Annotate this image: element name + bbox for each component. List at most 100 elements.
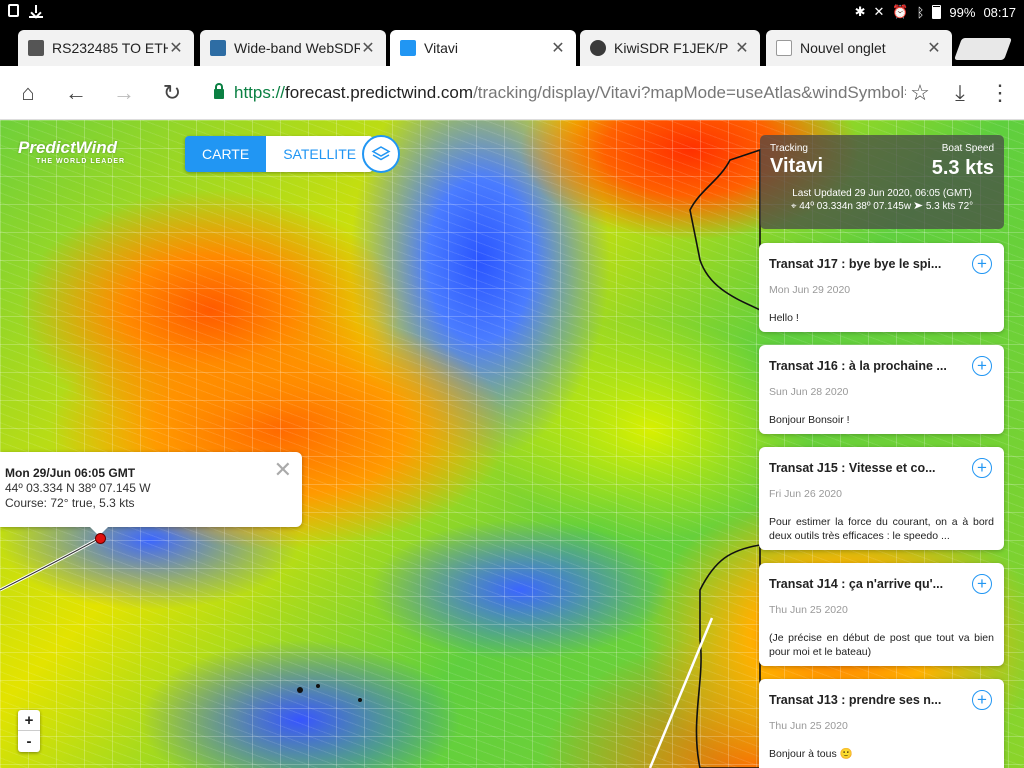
url-scheme: https://	[234, 83, 286, 102]
new-tab-button[interactable]	[953, 38, 1013, 60]
post-title: Transat J16 : à la prochaine ...	[769, 359, 947, 373]
document-icon	[28, 40, 44, 56]
expand-plus-icon[interactable]: +	[972, 356, 992, 376]
browser-toolbar: ⌂ ← → ↻ https://forecast.predictwind.com…	[0, 66, 1024, 120]
clock: 08:17	[983, 4, 1016, 20]
tab-title: KiwiSDR F1JEK/P	[614, 40, 729, 56]
layers-button[interactable]	[362, 135, 400, 173]
tab-title: Vitavi	[424, 40, 458, 56]
expand-plus-icon[interactable]: +	[972, 254, 992, 274]
expand-plus-icon[interactable]: +	[972, 458, 992, 478]
tab-title: RS232485 TO ETH	[52, 40, 168, 56]
post-title: Transat J13 : prendre ses n...	[769, 693, 942, 707]
close-tab-icon[interactable]: ✕	[550, 38, 566, 58]
download-icon	[29, 4, 43, 18]
last-updated: Last Updated 29 Jun 2020, 06:05 (GMT)	[792, 188, 972, 199]
tab-title: Nouvel onglet	[800, 40, 886, 56]
position-popup: Mon 29/Jun 06:05 GMT 44º 03.334 N 38º 07…	[0, 452, 302, 536]
close-tab-icon[interactable]: ✕	[734, 38, 750, 58]
back-button[interactable]: ←	[62, 79, 90, 107]
popup-coords: 44º 03.334 N 38º 07.145 W	[5, 481, 151, 495]
tracking-panel: Tracking Vitavi Boat Speed 5.3 kts Last …	[760, 135, 1004, 229]
post-date: Mon Jun 29 2020	[769, 284, 851, 296]
bluetooth-icon: ᛒ	[916, 4, 925, 20]
bluetooth-icon: ✱	[854, 4, 866, 19]
bookmark-star-icon[interactable]: ☆	[906, 79, 934, 107]
download-page-button[interactable]: ⤓	[946, 79, 974, 107]
post-date: Thu Jun 25 2020	[769, 604, 848, 616]
close-tab-icon[interactable]: ✕	[168, 38, 184, 58]
post-excerpt: (Je précise en début de post que tout va…	[769, 632, 994, 658]
post-title: Transat J15 : Vitesse et co...	[769, 461, 936, 475]
blog-post-card[interactable]: Transat J13 : prendre ses n... Thu Jun 2…	[759, 679, 1004, 768]
reload-button[interactable]: ↻	[158, 79, 186, 107]
heading-arrow-icon: ➤	[913, 201, 924, 212]
location-pin-icon: ⌖	[790, 201, 797, 212]
tab-new[interactable]: Nouvel onglet ✕	[766, 30, 952, 66]
tab-vitavi[interactable]: Vitavi ✕	[390, 30, 576, 66]
zoom-control: + -	[18, 710, 40, 752]
kiwi-icon	[590, 40, 606, 56]
battery-level: 99%	[949, 4, 976, 20]
zoom-out-button[interactable]: -	[18, 731, 40, 752]
blog-post-card[interactable]: Transat J15 : Vitesse et co... Fri Jun 2…	[759, 447, 1004, 550]
coastline-iberia	[695, 544, 761, 768]
close-tab-icon[interactable]: ✕	[360, 38, 376, 58]
predictwind-logo: PredictWind THE WORLD LEADER	[18, 138, 125, 165]
position-text: 44º 03.334n 38º 07.145w	[799, 201, 912, 212]
popup-course: Course: 72° true, 5.3 kts	[5, 496, 135, 510]
boat-speed-label: Boat Speed	[941, 143, 994, 154]
post-date: Thu Jun 25 2020	[769, 720, 848, 732]
menu-kebab-icon[interactable]: ⋮	[986, 79, 1014, 107]
tab-websdr[interactable]: Wide-band WebSDR ✕	[200, 30, 386, 66]
mute-icon: ✕	[873, 4, 885, 19]
tab-kiwisdr[interactable]: KiwiSDR F1JEK/P ✕	[580, 30, 760, 66]
blog-post-card[interactable]: Transat J17 : bye bye le spi... Mon Jun …	[759, 243, 1004, 332]
blog-post-card[interactable]: Transat J16 : à la prochaine ... Sun Jun…	[759, 345, 1004, 434]
post-title: Transat J17 : bye bye le spi...	[769, 257, 942, 271]
blank-page-icon	[776, 40, 792, 56]
boat-position-marker[interactable]	[95, 533, 106, 544]
tab-rs232485[interactable]: RS232485 TO ETH ✕	[18, 30, 194, 66]
battery-icon	[932, 5, 942, 19]
expand-plus-icon[interactable]: +	[972, 690, 992, 710]
heading-text: 5.3 kts 72°	[925, 201, 974, 212]
post-title: Transat J14 : ça n'arrive qu'...	[769, 577, 944, 591]
popup-title: Mon 29/Jun 06:05 GMT	[5, 466, 136, 480]
layers-icon	[371, 146, 391, 161]
close-tab-icon[interactable]: ✕	[926, 38, 942, 58]
zoom-in-button[interactable]: +	[18, 710, 40, 731]
island	[316, 684, 320, 688]
status-bar: ✱ ✕ ⏰ ᛒ 99% 08:17	[0, 0, 1024, 24]
url-host: forecast.predictwind.com	[285, 83, 474, 102]
address-bar[interactable]: https://forecast.predictwind.com/trackin…	[200, 75, 906, 111]
notification-icon	[8, 4, 19, 17]
forward-button[interactable]: →	[110, 79, 138, 107]
tab-strip: RS232485 TO ETH ✕ Wide-band WebSDR ✕ Vit…	[0, 24, 1024, 66]
carte-button[interactable]: CARTE	[185, 136, 267, 172]
island	[358, 698, 362, 702]
satellite-button[interactable]: SATELLITE	[266, 136, 374, 172]
alarm-icon: ⏰	[892, 4, 909, 19]
coastline-ireland	[689, 148, 761, 312]
shipping-route	[648, 617, 714, 768]
blog-post-card[interactable]: Transat J14 : ça n'arrive qu'... Thu Jun…	[759, 563, 1004, 666]
post-excerpt: Bonjour à tous 🙂	[769, 748, 853, 760]
post-excerpt: Bonjour Bonsoir !	[769, 414, 850, 426]
post-date: Sun Jun 28 2020	[769, 386, 849, 398]
wind-map[interactable]: PredictWind THE WORLD LEADER CARTE SATEL…	[0, 120, 1024, 768]
position-line: ⌖ 44º 03.334n 38º 07.145w ➤ 5.3 kts 72°	[770, 201, 994, 212]
home-button[interactable]: ⌂	[14, 79, 42, 107]
popup-close-icon[interactable]: ✕	[274, 459, 292, 481]
tab-title: Wide-band WebSDR	[234, 40, 360, 56]
expand-plus-icon[interactable]: +	[972, 574, 992, 594]
lock-icon	[214, 83, 224, 99]
map-view-toggle: CARTE SATELLITE	[185, 136, 374, 172]
post-date: Fri Jun 26 2020	[769, 488, 842, 500]
island	[297, 687, 303, 693]
logo-tagline: THE WORLD LEADER	[36, 158, 126, 165]
post-excerpt: Pour estimer la force du courant, on a à…	[769, 516, 994, 542]
boat-speed: 5.3 kts	[931, 157, 994, 179]
logo-text: PredictWind	[18, 138, 118, 157]
predictwind-icon	[400, 40, 416, 56]
